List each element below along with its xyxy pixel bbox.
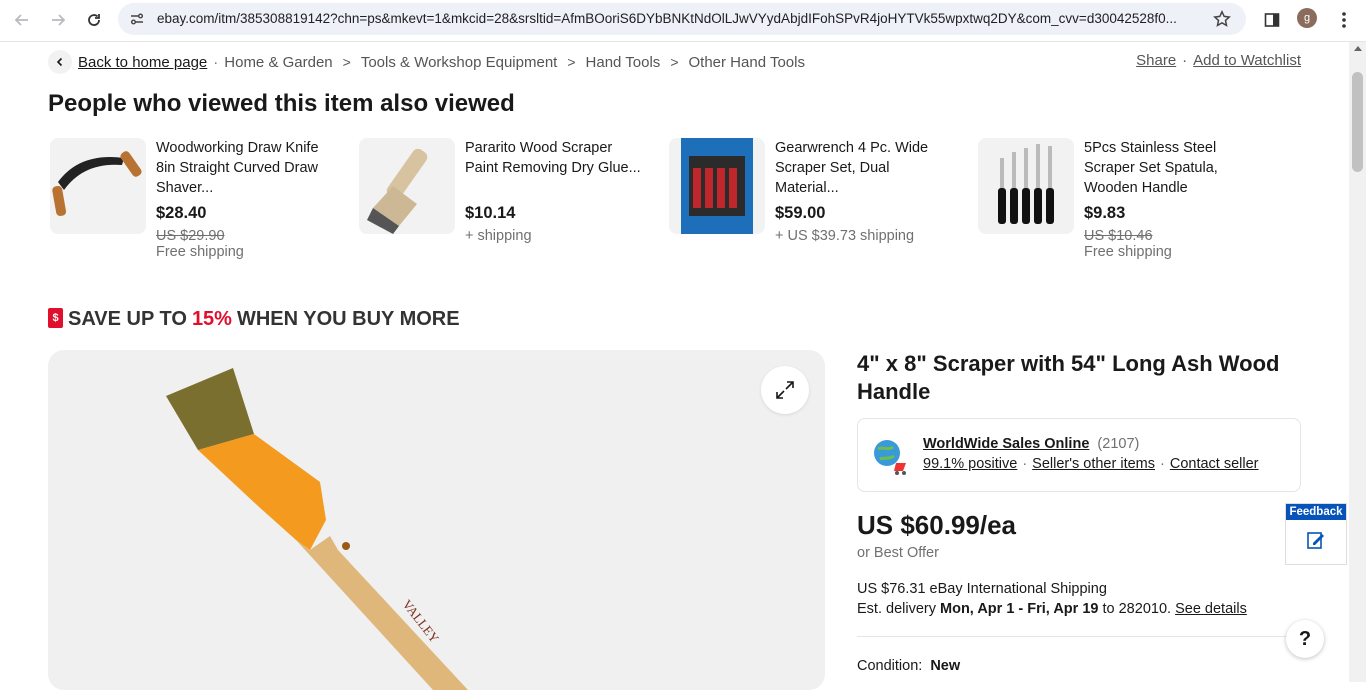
recommendation-title[interactable]: Pararito Wood Scraper Paint Removing Dry… xyxy=(465,138,645,198)
breadcrumb-item-tools-workshop[interactable]: Tools & Workshop Equipment xyxy=(361,54,558,71)
back-chevron-icon[interactable] xyxy=(48,50,72,74)
side-panel-icon[interactable] xyxy=(1259,7,1285,33)
recommendation-shipping: + shipping xyxy=(465,228,532,244)
page-scrollbar[interactable] xyxy=(1349,42,1366,682)
seller-card: WorldWide Sales Online (2107) 99.1% posi… xyxy=(857,418,1301,492)
url-text[interactable]: ebay.com/itm/385308819142?chn=ps&mkevt=1… xyxy=(157,11,1207,26)
back-to-home-link[interactable]: Back to home page xyxy=(78,54,207,71)
seller-feedback-count: (2107) xyxy=(1097,436,1140,452)
recommendation-price: $10.14 xyxy=(465,204,516,222)
draw-knife-image[interactable] xyxy=(50,138,146,234)
bookmark-star-icon[interactable] xyxy=(1212,9,1232,29)
recommendation-shipping: + US $39.73 shipping xyxy=(775,228,915,244)
back-arrow-icon[interactable] xyxy=(8,6,36,34)
expand-icon xyxy=(776,381,794,399)
seller-name-row: WorldWide Sales Online (2107) xyxy=(923,436,1139,452)
profile-avatar[interactable]: g xyxy=(1297,8,1317,28)
recommendation-original-price: US $29.90 xyxy=(156,228,225,244)
recommendation-title[interactable]: Gearwrench 4 Pc. Wide Scraper Set, Dual … xyxy=(775,138,955,198)
seller-globe-logo[interactable] xyxy=(870,433,910,477)
recommendation-price: $9.83 xyxy=(1084,204,1126,222)
scraper-photo: VALLEY xyxy=(166,368,468,690)
condition-label: Condition: xyxy=(857,658,923,674)
scrollbar-thumb[interactable] xyxy=(1352,72,1363,172)
separator-dot: · xyxy=(1182,52,1188,69)
breadcrumb-dot: · xyxy=(213,53,219,71)
forward-arrow-icon[interactable] xyxy=(44,6,72,34)
item-actions: Share · Add to Watchlist xyxy=(1136,52,1301,69)
edit-note-icon xyxy=(1307,532,1324,549)
condition-row: Condition: New xyxy=(857,658,960,674)
section-title: People who viewed this item also viewed xyxy=(48,90,515,117)
chevron-right-icon: > xyxy=(567,54,576,70)
item-price: US $60.99/ea xyxy=(857,510,1017,540)
separator-dot: · xyxy=(1022,456,1028,472)
product-image[interactable]: VALLEY xyxy=(48,350,825,690)
separator-dot: · xyxy=(1160,456,1165,472)
divider xyxy=(857,636,1301,637)
wood-scraper-image[interactable] xyxy=(359,138,455,234)
contact-seller-link[interactable]: Contact seller xyxy=(1170,456,1259,472)
shipping-cost: US $76.31 eBay International Shipping xyxy=(857,581,1107,597)
save-suffix: WHEN YOU BUY MORE xyxy=(236,308,460,330)
save-prefix: SAVE UP TO xyxy=(68,308,187,330)
expand-image-button[interactable] xyxy=(761,366,809,414)
address-bar[interactable]: ebay.com/itm/385308819142?chn=ps&mkevt=1… xyxy=(118,3,1246,35)
feedback-label[interactable]: Feedback xyxy=(1286,504,1346,520)
seller-name-link[interactable]: WorldWide Sales Online xyxy=(923,436,1089,452)
share-link[interactable]: Share xyxy=(1136,52,1176,69)
scroll-up-icon[interactable] xyxy=(1354,46,1362,51)
best-offer-text: or Best Offer xyxy=(857,545,939,561)
chevron-right-icon: > xyxy=(670,54,679,70)
recommendation-original-price: US $10.46 xyxy=(1084,228,1153,244)
recommendation-price: $28.40 xyxy=(156,204,207,222)
breadcrumb-item-hand-tools[interactable]: Hand Tools xyxy=(586,54,661,71)
recommendation-shipping: Free shipping xyxy=(156,244,244,260)
seller-other-items-link[interactable]: Seller's other items xyxy=(1032,456,1155,472)
reload-icon[interactable] xyxy=(80,6,108,34)
site-settings-icon[interactable] xyxy=(128,10,146,28)
recommendation-card[interactable]: 5Pcs Stainless Steel Scraper Set Spatula… xyxy=(978,138,1268,268)
chevron-right-icon: > xyxy=(342,54,351,70)
condition-value: New xyxy=(930,658,961,674)
recommendation-title[interactable]: Woodworking Draw Knife 8in Straight Curv… xyxy=(156,138,336,198)
item-title: 4" x 8" Scraper with 54" Long Ash Wood H… xyxy=(857,351,1280,404)
delivery-dates: Mon, Apr 1 - Fri, Apr 19 xyxy=(940,601,1099,617)
delivery-prefix: Est. delivery xyxy=(857,601,936,617)
recommendation-card[interactable]: Pararito Wood Scraper Paint Removing Dry… xyxy=(359,138,649,268)
save-percent: 15% xyxy=(191,308,232,330)
add-to-watchlist-link[interactable]: Add to Watchlist xyxy=(1193,52,1301,69)
breadcrumb-item-home-garden[interactable]: Home & Garden xyxy=(224,54,332,71)
discount-tag-icon: $ xyxy=(48,307,63,328)
seller-positive-link[interactable]: 99.1% positive xyxy=(923,456,1017,472)
feedback-button[interactable]: Feedback xyxy=(1285,503,1347,565)
volume-discount-banner: $ SAVE UP TO 15% WHEN YOU BUY MORE xyxy=(48,307,460,331)
recommendation-card[interactable]: Woodworking Draw Knife 8in Straight Curv… xyxy=(50,138,340,268)
delivery-estimate: Est. delivery Mon, Apr 1 - Fri, Apr 19 t… xyxy=(857,601,1247,617)
breadcrumb-item-other-hand-tools[interactable]: Other Hand Tools xyxy=(689,54,805,71)
recommendation-shipping: Free shipping xyxy=(1084,244,1172,260)
breadcrumb: Back to home page · Home & Garden > Tool… xyxy=(48,50,805,74)
delivery-destination: to 282010. xyxy=(1102,601,1172,617)
gearwrench-scraper-set-image[interactable] xyxy=(669,138,765,234)
recommendation-card[interactable]: Gearwrench 4 Pc. Wide Scraper Set, Dual … xyxy=(669,138,959,268)
help-button[interactable]: ? xyxy=(1286,620,1324,658)
recommendation-price: $59.00 xyxy=(775,204,826,222)
menu-kebab-icon[interactable] xyxy=(1331,7,1357,33)
browser-toolbar: ebay.com/itm/385308819142?chn=ps&mkevt=1… xyxy=(0,0,1366,42)
see-details-link[interactable]: See details xyxy=(1175,601,1247,617)
recommendation-title[interactable]: 5Pcs Stainless Steel Scraper Set Spatula… xyxy=(1084,138,1264,198)
spatula-set-image[interactable] xyxy=(978,138,1074,234)
seller-links: 99.1% positive · Seller's other items · … xyxy=(923,456,1259,472)
